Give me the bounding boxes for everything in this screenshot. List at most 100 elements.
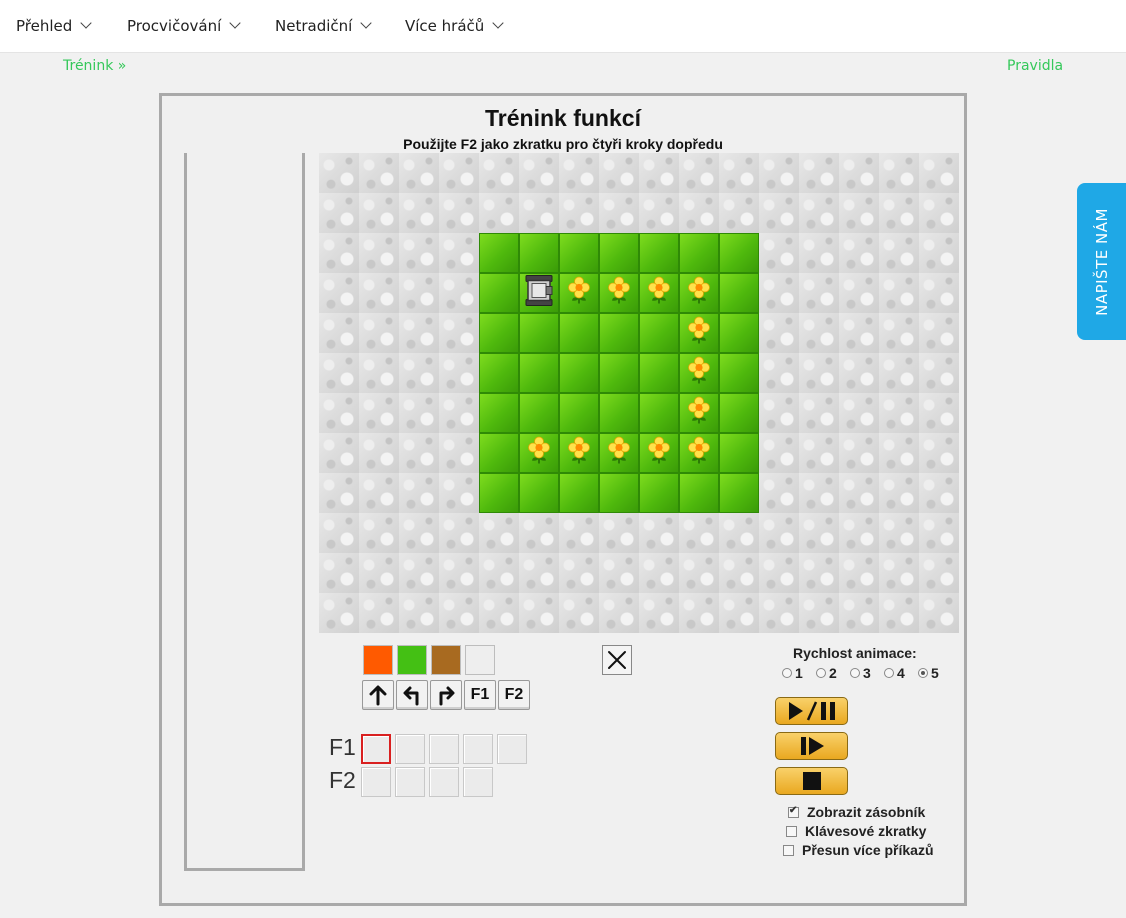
call-stack-panel bbox=[184, 153, 305, 871]
f1-label: F1 bbox=[329, 734, 356, 760]
grass-tile bbox=[559, 353, 599, 393]
keyboard-shortcuts-checkbox[interactable]: Klávesové zkratky bbox=[786, 823, 926, 839]
speed-option-4[interactable]: 4 bbox=[884, 665, 905, 681]
grass-tile bbox=[719, 473, 759, 513]
f1-command[interactable]: F1 bbox=[464, 680, 496, 710]
speed-option-2[interactable]: 2 bbox=[816, 665, 837, 681]
clear-program-button[interactable] bbox=[602, 645, 632, 675]
feedback-tab[interactable]: NAPIŠTE NÁM bbox=[1077, 183, 1126, 340]
flower-icon bbox=[526, 436, 552, 470]
stone-tile bbox=[839, 353, 879, 393]
color-brown-tile[interactable] bbox=[431, 645, 461, 675]
stone-tile bbox=[319, 433, 359, 473]
grass-tile bbox=[559, 313, 599, 353]
stop-button[interactable] bbox=[775, 767, 848, 795]
stone-tile bbox=[359, 153, 399, 193]
f1-slot[interactable] bbox=[463, 734, 493, 764]
stone-tile bbox=[319, 233, 359, 273]
stone-tile bbox=[359, 233, 399, 273]
nav-item-prehled[interactable]: Přehled bbox=[16, 0, 92, 52]
show-stack-checkbox[interactable]: Zobrazit zásobník bbox=[788, 804, 925, 820]
stone-tile bbox=[479, 593, 519, 633]
forward-command[interactable] bbox=[362, 680, 394, 710]
stone-tile bbox=[399, 553, 439, 593]
stone-tile bbox=[519, 593, 559, 633]
flower-tile bbox=[679, 353, 719, 393]
stone-tile bbox=[799, 553, 839, 593]
grass-tile bbox=[519, 313, 559, 353]
rules-link[interactable]: Pravidla bbox=[1007, 58, 1063, 74]
checkbox-icon bbox=[788, 805, 799, 818]
grass-tile bbox=[719, 433, 759, 473]
stone-tile bbox=[799, 353, 839, 393]
nav-item-netradicni[interactable]: Netradiční bbox=[275, 0, 372, 52]
checkbox-icon bbox=[783, 844, 794, 856]
step-button[interactable] bbox=[775, 732, 848, 760]
stone-tile bbox=[359, 553, 399, 593]
color-green-tile[interactable] bbox=[397, 645, 427, 675]
f2-slot[interactable] bbox=[463, 767, 493, 797]
f2-slot[interactable] bbox=[395, 767, 425, 797]
stone-tile bbox=[919, 473, 959, 513]
f2-slot[interactable] bbox=[361, 767, 391, 797]
speed-option-1[interactable]: 1 bbox=[782, 665, 803, 681]
stone-tile bbox=[879, 233, 919, 273]
nav-item-vice-hracu[interactable]: Více hráčů bbox=[405, 0, 504, 52]
stone-tile bbox=[599, 153, 639, 193]
breadcrumb-link[interactable]: Trénink » bbox=[63, 58, 126, 74]
nav-label: Více hráčů bbox=[405, 17, 485, 35]
stone-tile bbox=[359, 593, 399, 633]
game-board bbox=[319, 153, 959, 633]
stone-tile bbox=[399, 153, 439, 193]
stone-tile bbox=[799, 193, 839, 233]
stone-tile bbox=[919, 233, 959, 273]
stone-tile bbox=[399, 593, 439, 633]
stone-tile bbox=[439, 313, 479, 353]
play-pause-button[interactable] bbox=[775, 697, 848, 725]
stone-tile bbox=[479, 553, 519, 593]
f1-slot[interactable] bbox=[429, 734, 459, 764]
speed-option-5[interactable]: 5 bbox=[918, 665, 939, 681]
speed-option-3[interactable]: 3 bbox=[850, 665, 871, 681]
grass-tile bbox=[679, 233, 719, 273]
stone-tile bbox=[319, 393, 359, 433]
stone-tile bbox=[559, 553, 599, 593]
stone-tile bbox=[879, 433, 919, 473]
stone-tile bbox=[399, 353, 439, 393]
stone-tile bbox=[399, 273, 439, 313]
top-navigation: Přehled Procvičování Netradiční Více hrá… bbox=[0, 0, 1126, 53]
stone-tile bbox=[679, 593, 719, 633]
f1-slot[interactable] bbox=[395, 734, 425, 764]
stone-tile bbox=[879, 473, 919, 513]
speed-value: 2 bbox=[829, 665, 837, 681]
move-multiple-checkbox[interactable]: Přesun více příkazů bbox=[783, 842, 934, 858]
stone-tile bbox=[639, 193, 679, 233]
stone-tile bbox=[359, 313, 399, 353]
f2-slot[interactable] bbox=[429, 767, 459, 797]
color-orange-tile[interactable] bbox=[363, 645, 393, 675]
stone-tile bbox=[519, 153, 559, 193]
stone-tile bbox=[759, 193, 799, 233]
flower-tile bbox=[639, 433, 679, 473]
turn-right-command[interactable] bbox=[430, 680, 462, 710]
f1-slot[interactable] bbox=[497, 734, 527, 764]
grass-tile bbox=[519, 473, 559, 513]
stone-tile bbox=[759, 433, 799, 473]
stone-tile bbox=[719, 553, 759, 593]
color-none-tile[interactable] bbox=[465, 645, 495, 675]
stone-tile bbox=[439, 553, 479, 593]
grass-tile bbox=[679, 473, 719, 513]
flower-icon bbox=[566, 276, 592, 310]
f2-command[interactable]: F2 bbox=[498, 680, 530, 710]
stone-tile bbox=[759, 233, 799, 273]
f1-slot[interactable] bbox=[361, 734, 391, 764]
turn-left-command[interactable] bbox=[396, 680, 428, 710]
stone-tile bbox=[639, 553, 679, 593]
chevron-down-icon bbox=[229, 17, 241, 29]
grass-tile bbox=[599, 353, 639, 393]
stone-tile bbox=[839, 313, 879, 353]
stone-tile bbox=[879, 513, 919, 553]
nav-item-procvicovani[interactable]: Procvičování bbox=[127, 0, 241, 52]
step-icon bbox=[800, 737, 824, 755]
stone-tile bbox=[919, 433, 959, 473]
